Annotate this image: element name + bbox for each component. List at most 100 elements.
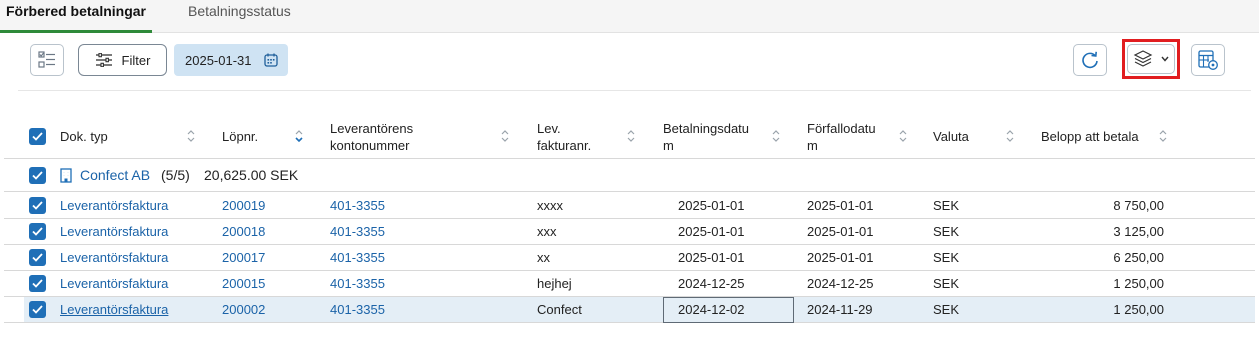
toolbar: Filter 2025-01-31 [18, 33, 1251, 91]
calendar-icon [263, 53, 278, 67]
layers-dropdown-button[interactable] [1127, 44, 1175, 74]
invoice-number: xxxx [537, 198, 563, 213]
select-all-checkbox[interactable] [29, 128, 46, 145]
date-picker[interactable]: 2025-01-31 [174, 44, 288, 76]
row-checkbox[interactable] [29, 223, 46, 240]
sort-icon[interactable] [294, 128, 304, 144]
row-checkbox[interactable] [29, 249, 46, 266]
checkbox-icon [32, 201, 43, 210]
col-invoice[interactable]: Lev. fakturanr. [537, 118, 617, 155]
sort-icon[interactable] [771, 128, 781, 144]
building-icon [60, 168, 72, 183]
account-link[interactable]: 401-3355 [330, 219, 385, 244]
table-settings-button[interactable] [1191, 44, 1225, 76]
checkbox-icon [32, 132, 43, 141]
due-date: 2025-01-01 [807, 250, 874, 265]
col-lopnr[interactable]: Löpnr. [222, 118, 282, 155]
row-checkbox[interactable] [29, 301, 46, 318]
lopnr-link[interactable]: 200017 [222, 245, 265, 270]
checklist-button[interactable] [30, 44, 64, 76]
col-currency[interactable]: Valuta [933, 118, 993, 155]
checklist-icon [38, 51, 55, 68]
invoice-number: hejhej [537, 276, 572, 291]
table-row-selected[interactable]: Leverantörsfaktura 200002 401-3355 Confe… [4, 297, 1255, 323]
account-link[interactable]: 401-3355 [330, 193, 385, 218]
col-paydate[interactable]: Betalningsdatu m [663, 118, 763, 155]
col-duedate-label-1: Förfallodatu [807, 120, 876, 136]
doc-type-link[interactable]: Leverantörsfaktura [60, 193, 168, 218]
table-settings-icon [1198, 50, 1218, 70]
col-invoice-label-1: Lev. [537, 120, 561, 136]
row-checkbox[interactable] [29, 197, 46, 214]
currency: SEK [933, 224, 960, 239]
col-amount-label: Belopp att betala [1041, 129, 1139, 144]
chevron-down-icon [1161, 56, 1169, 62]
currency: SEK [933, 250, 960, 265]
account-link[interactable]: 401-3355 [330, 271, 385, 296]
payment-date[interactable]: 2025-01-01 [678, 245, 745, 270]
tab-bar: Förbered betalningar Betalningsstatus [0, 0, 1259, 33]
sort-icon[interactable] [1005, 128, 1015, 144]
doc-type-link[interactable]: Leverantörsfaktura [60, 219, 168, 244]
group-checkbox[interactable] [29, 167, 46, 184]
refresh-icon [1082, 51, 1098, 69]
col-paydate-label-2: m [663, 137, 674, 153]
checkbox-icon [32, 171, 43, 180]
filter-label: Filter [121, 52, 151, 68]
sort-icon[interactable] [898, 128, 908, 144]
amount: 1 250,00 [1113, 302, 1164, 317]
col-account-label-1: Leverantörens [330, 120, 414, 136]
lopnr-link[interactable]: 200018 [222, 219, 265, 244]
col-account[interactable]: Leverantörens kontonummer [330, 118, 450, 155]
col-duedate-label-2: m [807, 137, 818, 153]
payment-date[interactable]: 2025-01-01 [678, 193, 745, 218]
table-row[interactable]: Leverantörsfaktura 200019 401-3355 xxxx … [4, 193, 1255, 219]
col-account-label-2: kontonummer [330, 137, 410, 153]
account-link[interactable]: 401-3355 [330, 245, 385, 270]
currency: SEK [933, 276, 960, 291]
sort-icon[interactable] [186, 128, 196, 144]
layers-icon [1133, 50, 1153, 67]
table-row[interactable]: Leverantörsfaktura 200017 401-3355 xx 20… [4, 245, 1255, 271]
row-checkbox[interactable] [29, 275, 46, 292]
tab-prepare-payments[interactable]: Förbered betalningar [0, 0, 152, 33]
layers-dropdown-highlight [1122, 39, 1180, 79]
table-row[interactable]: Leverantörsfaktura 200015 401-3355 hejhe… [4, 271, 1255, 297]
due-date: 2024-12-25 [807, 276, 874, 291]
tab-payment-status[interactable]: Betalningsstatus [188, 0, 291, 33]
filter-button[interactable]: Filter [78, 44, 167, 76]
doc-type-link[interactable]: Leverantörsfaktura [60, 271, 168, 296]
col-duedate[interactable]: Förfallodatu m [807, 118, 897, 155]
filter-sliders-icon [95, 53, 112, 67]
payment-date-editor[interactable]: 2024-12-02 [663, 297, 794, 323]
checkbox-icon [32, 279, 43, 288]
sort-icon[interactable] [500, 128, 510, 144]
checkbox-icon [32, 305, 43, 314]
sort-icon[interactable] [1158, 128, 1168, 144]
group-name[interactable]: Confect AB [80, 159, 150, 192]
table-row[interactable]: Leverantörsfaktura 200018 401-3355 xxx 2… [4, 219, 1255, 245]
col-lopnr-label: Löpnr. [222, 129, 259, 144]
col-currency-label: Valuta [933, 129, 969, 144]
amount: 3 125,00 [1113, 224, 1164, 239]
account-link[interactable]: 401-3355 [330, 297, 385, 322]
sort-icon[interactable] [626, 128, 636, 144]
payment-date[interactable]: 2025-01-01 [678, 219, 745, 244]
col-amount[interactable]: Belopp att betala [1041, 118, 1156, 155]
row-gutter [4, 297, 24, 322]
lopnr-link[interactable]: 200015 [222, 271, 265, 296]
currency: SEK [933, 302, 960, 317]
group-count: (5/5) [161, 167, 190, 183]
currency: SEK [933, 198, 960, 213]
refresh-button[interactable] [1073, 44, 1107, 76]
doc-type-link[interactable]: Leverantörsfaktura [60, 297, 168, 322]
col-doc-type[interactable]: Dok. typ [60, 118, 180, 155]
invoice-number: xxx [537, 224, 557, 239]
payment-date[interactable]: 2024-12-25 [678, 271, 745, 296]
due-date: 2024-11-29 [807, 302, 873, 317]
table-header: Dok. typ Löpnr. Leverantörens kontonumme… [0, 118, 1259, 155]
lopnr-link[interactable]: 200019 [222, 193, 265, 218]
doc-type-link[interactable]: Leverantörsfaktura [60, 245, 168, 270]
amount: 6 250,00 [1113, 250, 1164, 265]
lopnr-link[interactable]: 200002 [222, 297, 265, 322]
